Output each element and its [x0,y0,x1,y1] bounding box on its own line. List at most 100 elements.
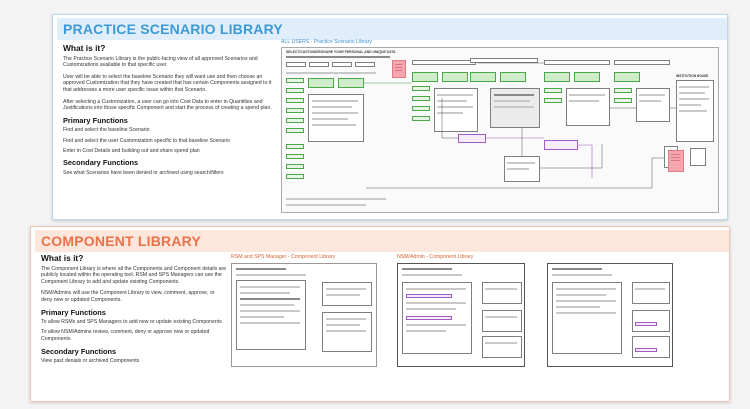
component-primary-item: To allow NSM/Admins review, comment, den… [41,329,210,342]
practice-paragraph: User will be able to select the baseline… [63,73,272,93]
wireframe-green-block [412,106,430,111]
wireframe-green-block [286,164,304,169]
wireframe-green-block [500,72,526,82]
practice-secondary-heading: Secondary Functions [63,158,139,168]
wireframe-line [406,288,466,290]
wireframe-line [679,86,709,88]
wireframe-content-box [236,280,306,350]
component-what-heading: What is it? [41,253,84,263]
component-paragraph: NSM/Admins will use the Component Librar… [41,290,215,303]
wireframe-line [326,330,366,332]
wireframe-content-box [552,282,622,354]
component-primary-item: To allow RSMs and SPS Managers to add ne… [41,319,222,326]
component-banner: COMPONENT LIBRARY [35,230,729,252]
component-wf2-title: NSM/Admin - Component Library [397,254,474,260]
wireframe-line [286,204,366,206]
wireframe-green-block [286,128,304,133]
wireframe-green-block [544,98,562,103]
practice-wireframe-title: ALL USERS - Practice Scenario Library [281,39,372,45]
wireframe-line [556,300,616,302]
wireframe-green-block [412,116,430,121]
practice-primary-item: Find and select the user Customization s… [63,137,230,144]
wireframe-line [494,106,534,108]
component-wf1-title: RSM and SPS Manager - Component Library [231,254,336,260]
wireframe-content-box [632,282,670,304]
wireframe-green-block [574,72,600,82]
wireframe-line [240,304,294,306]
wireframe-green-block [286,88,304,93]
wireframe-purple-block [544,140,578,150]
wireframe-content-box [632,336,670,358]
wireframe-line [326,324,360,326]
practice-banner: PRACTICE SCENARIO LIBRARY [57,18,727,40]
component-library-board: COMPONENT LIBRARY What is it? The Compon… [30,226,730,402]
wireframe-purple-block [635,348,657,352]
wireframe-line [556,312,616,314]
practice-primary-item: Enter in Cost Details and building out a… [63,147,200,154]
wireframe-line [236,268,286,270]
wireframe-line [286,72,376,74]
wireframe-line [240,322,300,324]
wireframe-line [494,100,530,102]
wireframe-green-block [308,78,334,88]
wireframe-green-block [412,72,438,82]
wireframe-purple-block [635,322,657,326]
practice-wireframe-flow: SELECT/CUSTOMIZE/SHARE YOUR PERSONAL AND… [281,47,719,213]
wireframe-line [326,318,366,320]
wireframe-line [406,330,446,332]
wireframe-green-block [286,108,304,113]
practice-secondary-item: See what Scenarios have been denied or a… [63,169,224,176]
wireframe-line [312,124,356,126]
wireframe-line [402,274,462,276]
wireframe-line [635,288,665,290]
wireframe-line [286,56,390,58]
wireframe-green-block [614,88,632,93]
wireframe-line [679,104,701,106]
wireframe-line [437,112,463,114]
practice-what-heading: What is it? [63,43,106,53]
wireframe-line [240,292,290,294]
wireframe-line [679,110,707,112]
wireframe-green-block [442,72,468,82]
wireframe-line [556,306,600,308]
wireframe-content-box [482,310,522,332]
wireframe-line [240,286,300,288]
wireframe-line [286,198,386,200]
wireframe-line [312,100,358,102]
wireframe-green-block [286,118,304,123]
wireframe-input [412,60,476,65]
wireframe-purple-block [458,134,486,143]
wireframe-input [470,58,538,63]
component-wf2-frame-b [547,263,673,367]
wireframe-line [485,316,517,318]
wireframe-line [569,100,599,102]
wireframe-line [437,100,467,102]
wireframe-line [569,94,605,96]
wireframe-line [236,274,306,276]
wireframe-green-block [412,96,430,101]
wireframe-line [406,308,456,310]
component-secondary-item: View past denials or archived Components [41,358,140,365]
wireframe-line [639,94,665,96]
component-paragraph: The Component Library is where all the C… [41,265,227,285]
wireframe-green-block [286,144,304,149]
wireframe-input [544,60,610,65]
wireframe-line [326,288,366,290]
wireframe-small-box [690,148,706,166]
wireframe-green-block [338,78,364,88]
wireframe-line [485,342,517,344]
wireframe-line [240,298,300,300]
wireframe-purple-block [406,316,452,320]
wireframe-line [437,106,473,108]
wireframe-side-label: INSTITUTION HOUSE [676,74,709,78]
wireframe-line [556,288,616,290]
wireframe-line [679,92,705,94]
wireframe-line [240,310,300,312]
wireframe-line [406,302,466,304]
wireframe-purple-block [406,294,452,298]
sticky-note [392,60,406,78]
wireframe-content-box [482,282,522,304]
wireframe-line [507,168,529,170]
wireframe-green-block [614,72,640,82]
wireframe-green-block [544,88,562,93]
